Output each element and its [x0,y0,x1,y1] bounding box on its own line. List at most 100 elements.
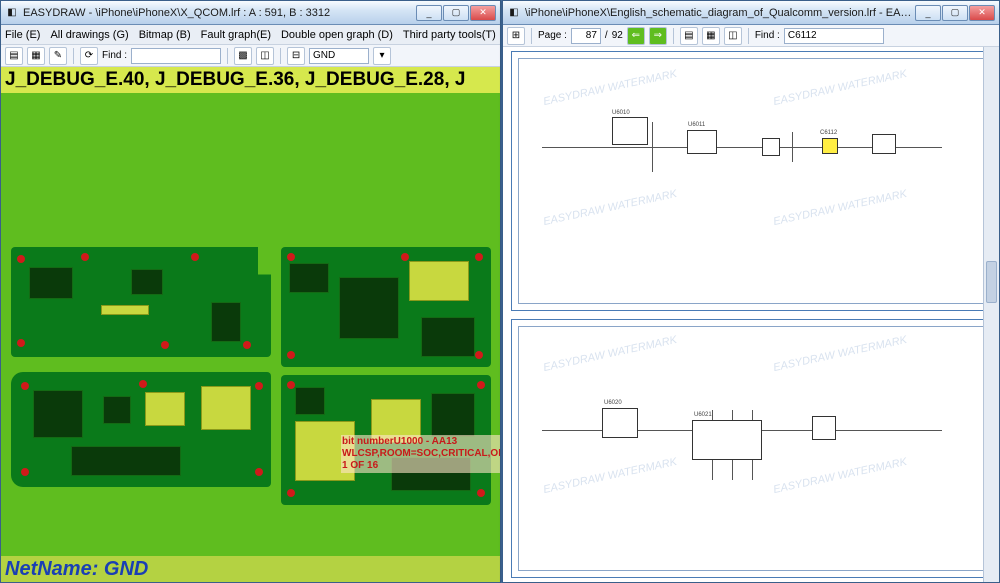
find-input-left[interactable] [131,48,221,64]
component-ref: U6021 [694,412,712,418]
chip[interactable] [201,386,251,430]
via[interactable] [243,341,251,349]
chip[interactable] [289,263,329,293]
via[interactable] [287,489,295,497]
menu-double-open[interactable]: Double open graph (D) [281,29,393,41]
chip[interactable] [29,267,73,299]
via[interactable] [287,351,295,359]
component-ref: U6020 [604,400,622,406]
find-input-right[interactable] [784,28,884,44]
tool-pin-icon[interactable]: ⊟ [287,47,305,65]
via[interactable] [287,381,295,389]
schematic-window: ◧ \iPhone\iPhoneX\English_schematic_diag… [502,0,1000,583]
minimize-button[interactable]: _ [915,5,941,21]
schematic-page-top[interactable]: EASYDRAW WATERMARK EASYDRAW WATERMARK EA… [511,51,991,311]
menu-all-drawings[interactable]: All drawings (G) [50,29,128,41]
schematic-component[interactable] [687,130,717,154]
pcb-board-top-left[interactable] [11,247,271,357]
chip[interactable] [33,390,83,438]
next-page-button[interactable]: ⇒ [649,27,667,45]
menu-bitmap[interactable]: Bitmap (B) [139,29,191,41]
menu-fault-graph[interactable]: Fault graph(E) [201,29,271,41]
pcb-board-top-right[interactable] [281,247,491,367]
separator [280,48,281,64]
via[interactable] [255,468,263,476]
menu-third-party[interactable]: Third party tools(T) [403,29,496,41]
chip[interactable] [431,393,475,437]
via[interactable] [477,381,485,389]
via[interactable] [475,253,483,261]
prev-page-button[interactable]: ⇐ [627,27,645,45]
tool-zoom-icon[interactable]: ⊞ [507,27,525,45]
via[interactable] [477,489,485,497]
chip[interactable] [103,396,131,424]
tool-layers-icon[interactable]: ▤ [680,27,698,45]
close-button[interactable]: ✕ [470,5,496,21]
tool-palette-icon[interactable]: ◫ [724,27,742,45]
component-annotation: bit numberU1000 - AA13 WLCSP,ROOM=SOC,CR… [341,435,500,473]
separator [227,48,228,64]
titlebar-left[interactable]: ◧ EASYDRAW - \iPhone\iPhoneX\X_QCOM.lrf … [1,1,500,25]
chip[interactable] [295,387,325,415]
close-button[interactable]: ✕ [969,5,995,21]
schematic-component[interactable] [602,408,638,438]
watermark: EASYDRAW WATERMARK [772,455,908,495]
via[interactable] [287,253,295,261]
chip[interactable] [145,392,185,426]
tool-file-icon[interactable]: ▤ [5,47,23,65]
watermark: EASYDRAW WATERMARK [772,333,908,373]
page-current-input[interactable] [571,28,601,44]
via[interactable] [475,351,483,359]
net-dropdown[interactable] [309,48,369,64]
chip[interactable] [211,302,241,342]
via[interactable] [21,468,29,476]
chip[interactable] [131,269,163,295]
schematic-component[interactable] [692,420,762,460]
tool-grid-icon[interactable]: ▦ [702,27,720,45]
via[interactable] [191,253,199,261]
schematic-component[interactable] [762,138,780,156]
find-label-right: Find : [755,30,780,41]
chip[interactable] [339,277,399,339]
tool-refresh-icon[interactable]: ⟳ [80,47,98,65]
tool-grid-icon[interactable]: ▩ [234,47,252,65]
schematic-component[interactable] [872,134,896,154]
via[interactable] [161,341,169,349]
tool-layers-icon[interactable]: ▦ [27,47,45,65]
connector[interactable] [101,305,149,315]
chip[interactable] [71,446,181,476]
watermark: EASYDRAW WATERMARK [542,455,678,495]
chip[interactable] [421,317,475,357]
via[interactable] [255,382,263,390]
maximize-button[interactable]: ▢ [443,5,469,21]
pcb-canvas-area[interactable]: J_DEBUG_E.40, J_DEBUG_E.36, J_DEBUG_E.28… [1,67,500,582]
schematic-canvas-area[interactable]: EASYDRAW WATERMARK EASYDRAW WATERMARK EA… [503,47,999,582]
toolbar-right: ⊞ Page : / 92 ⇐ ⇒ ▤ ▦ ◫ Find : [503,25,999,47]
component-ref: U6011 [688,122,705,128]
via[interactable] [21,382,29,390]
vertical-scrollbar[interactable] [983,47,999,582]
schematic-component[interactable] [612,117,648,145]
menu-file[interactable]: File (E) [5,29,40,41]
schematic-canvas[interactable]: EASYDRAW WATERMARK EASYDRAW WATERMARK EA… [503,47,999,582]
pcb-canvas[interactable]: J_DEBUG_E.40, J_DEBUG_E.36, J_DEBUG_E.28… [1,67,500,582]
schematic-page-bottom[interactable]: EASYDRAW WATERMARK EASYDRAW WATERMARK EA… [511,319,991,579]
menubar-left: File (E) All drawings (G) Bitmap (B) Fau… [1,25,500,45]
schematic-component[interactable] [812,416,836,440]
maximize-button[interactable]: ▢ [942,5,968,21]
schematic-component-highlighted[interactable] [822,138,838,154]
dropdown-arrow-icon[interactable]: ▾ [373,47,391,65]
via[interactable] [17,339,25,347]
via[interactable] [401,253,409,261]
toolbar-left: ▤ ▦ ✎ ⟳ Find : ▩ ◫ ⊟ ▾ [1,45,500,67]
via[interactable] [139,380,147,388]
chip[interactable] [409,261,469,301]
via[interactable] [81,253,89,261]
pcb-board-bottom-left[interactable] [11,372,271,487]
tool-palette-icon[interactable]: ◫ [256,47,274,65]
titlebar-right[interactable]: ◧ \iPhone\iPhoneX\English_schematic_diag… [503,1,999,25]
tool-edit-icon[interactable]: ✎ [49,47,67,65]
via[interactable] [17,255,25,263]
separator [73,48,74,64]
minimize-button[interactable]: _ [416,5,442,21]
